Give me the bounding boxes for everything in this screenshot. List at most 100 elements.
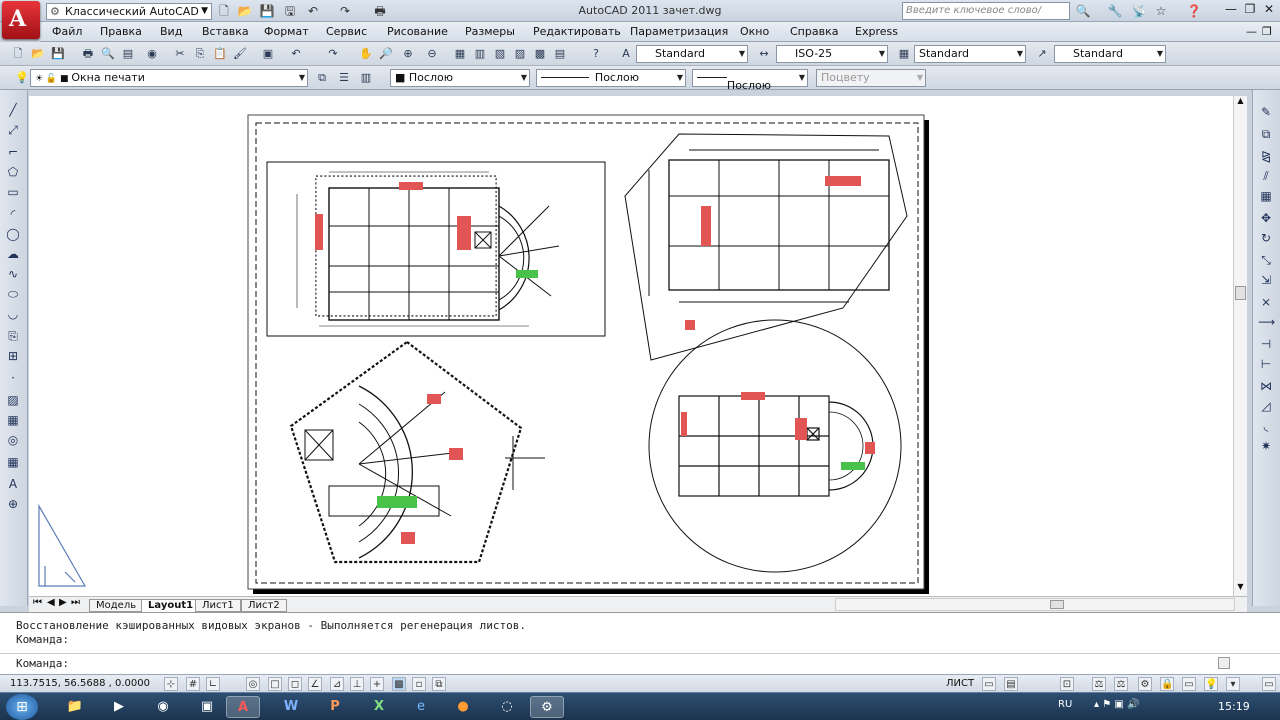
add-selected-icon[interactable]: ⊕ xyxy=(5,496,21,512)
binoculars-icon[interactable]: 🔍 xyxy=(1074,3,1092,19)
markup-icon[interactable]: ▩ xyxy=(532,46,548,62)
scroll-thumb[interactable] xyxy=(1235,286,1246,300)
undo-icon[interactable]: ↶ xyxy=(305,3,321,19)
lineweight-toggle-icon[interactable]: + xyxy=(370,677,384,691)
firefox-icon[interactable]: ● xyxy=(446,696,480,718)
media-player-icon[interactable]: ▶ xyxy=(102,696,136,718)
hscroll-thumb[interactable] xyxy=(1050,600,1064,609)
layer-previous-icon[interactable]: ▥ xyxy=(358,70,374,86)
transparency-icon[interactable]: ▩ xyxy=(392,677,406,691)
chrome-icon[interactable]: ◉ xyxy=(146,696,180,718)
save-as-icon[interactable]: 🖫 xyxy=(282,3,298,19)
sheet-set-icon[interactable]: ▨ xyxy=(512,46,528,62)
minimize-button[interactable]: — xyxy=(1222,2,1240,19)
spline-icon[interactable]: ∿ xyxy=(5,266,21,282)
tab-nav-first-icon[interactable]: ⏮ xyxy=(33,597,42,608)
new-file-icon[interactable]: 🗋 xyxy=(216,3,232,19)
3d-dwf-icon[interactable]: ◉ xyxy=(144,46,160,62)
polygon-icon[interactable]: ⬠ xyxy=(5,164,21,180)
scale-icon[interactable]: ⤡ xyxy=(1258,252,1274,268)
horizontal-scrollbar[interactable] xyxy=(835,598,1235,611)
lineweight-select[interactable]: Послою ▼ xyxy=(692,69,808,92)
break-at-point-icon[interactable]: ⊣ xyxy=(1258,336,1274,352)
insert-block-icon[interactable]: ⎘ xyxy=(5,328,21,344)
ellipse-arc-icon[interactable]: ◡ xyxy=(5,306,21,322)
layer-select[interactable]: ☀ 🔓 ■ Окна печати ▼ xyxy=(30,69,308,87)
clean-screen-icon[interactable]: ▭ xyxy=(1262,677,1276,691)
undo-icon[interactable]: ↶ xyxy=(288,46,304,62)
save-icon[interactable]: 💾 xyxy=(259,3,275,19)
close-button[interactable]: ✕ xyxy=(1260,2,1278,19)
offset-icon[interactable]: ⫽ xyxy=(1258,168,1274,184)
maximize-viewport-icon[interactable]: ⊡ xyxy=(1060,677,1074,691)
make-layer-current-icon[interactable]: ⧉ xyxy=(314,70,330,86)
revision-cloud-icon[interactable]: ☁ xyxy=(5,246,21,262)
clock[interactable]: 15:19 xyxy=(1218,700,1250,713)
tab-layout1[interactable]: Layout1 xyxy=(141,599,201,612)
doc-minimize-button[interactable]: — xyxy=(1246,25,1257,38)
menu-dimension[interactable]: Размеры xyxy=(465,25,515,38)
snap-mode-icon[interactable]: ⊹ xyxy=(164,677,178,691)
redo-icon[interactable]: ↷ xyxy=(325,46,341,62)
paper-space-toggle[interactable]: ЛИСТ xyxy=(946,678,974,689)
workspace-switching-icon[interactable]: ⚙ xyxy=(1138,677,1152,691)
mirror-icon[interactable]: ⧎ xyxy=(1258,148,1274,164)
favorites-star-icon[interactable]: ☆ xyxy=(1152,3,1170,19)
quick-view-drawings-icon[interactable]: ▤ xyxy=(1004,677,1018,691)
menu-format[interactable]: Формат xyxy=(264,25,309,38)
excel-icon[interactable]: X xyxy=(362,696,396,718)
make-block-icon[interactable]: ⊞ xyxy=(5,348,21,364)
tool-palettes-icon[interactable]: ▧ xyxy=(492,46,508,62)
design-center-icon[interactable]: ▥ xyxy=(472,46,488,62)
menu-draw[interactable]: Рисование xyxy=(387,25,448,38)
restore-button[interactable]: ❐ xyxy=(1241,2,1259,19)
annotation-visibility-icon[interactable]: ⚖ xyxy=(1114,677,1128,691)
chamfer-icon[interactable]: ◿ xyxy=(1258,398,1274,414)
menu-modify[interactable]: Редактировать xyxy=(533,25,621,38)
rectangle-icon[interactable]: ▭ xyxy=(5,184,21,200)
tray-icons[interactable]: ▴ ⚑ ▣ 🔊 xyxy=(1094,699,1139,710)
layer-properties-icon[interactable]: ☰ xyxy=(336,70,352,86)
save-icon[interactable]: 💾 xyxy=(50,46,66,62)
command-window[interactable]: Восстановление кэшированных видовых экра… xyxy=(0,612,1280,674)
word-icon[interactable]: W xyxy=(274,696,308,718)
region-icon[interactable]: ◎ xyxy=(5,432,21,448)
pan-icon[interactable]: ✋ xyxy=(358,46,374,62)
print-icon[interactable]: 🖶 xyxy=(372,3,388,19)
application-menu-button[interactable]: A xyxy=(2,1,40,39)
ortho-mode-icon[interactable]: ∟ xyxy=(206,677,220,691)
table-icon[interactable]: ▦ xyxy=(5,454,21,470)
communication-center-icon[interactable]: 📡 xyxy=(1130,3,1148,19)
break-icon[interactable]: ⊢ xyxy=(1258,356,1274,372)
search-input[interactable]: Введите ключевое слово/фразу xyxy=(902,2,1070,32)
menu-tools[interactable]: Сервис xyxy=(326,25,367,38)
color-select[interactable]: ■ Послою ▼ xyxy=(390,69,530,87)
zoom-realtime-icon[interactable]: 🔎 xyxy=(378,46,394,62)
cut-icon[interactable]: ✂ xyxy=(172,46,188,62)
tab-model[interactable]: Модель xyxy=(89,599,144,612)
object-snap-icon[interactable]: □ xyxy=(268,677,282,691)
app-icon[interactable]: ▣ xyxy=(190,696,224,718)
command-scroll-thumb[interactable] xyxy=(1218,657,1230,669)
menu-parametric[interactable]: Параметризация xyxy=(630,25,728,38)
language-indicator[interactable]: RU xyxy=(1058,699,1072,710)
3d-object-snap-icon[interactable]: ◻ xyxy=(288,677,302,691)
move-icon[interactable]: ✥ xyxy=(1258,210,1274,226)
copy-icon[interactable]: ⎘ xyxy=(192,46,208,62)
multiline-text-icon[interactable]: A xyxy=(5,476,21,492)
polar-tracking-icon[interactable]: ◎ xyxy=(246,677,260,691)
linetype-select[interactable]: Послою ▼ xyxy=(536,69,686,87)
redo-icon[interactable]: ↷ xyxy=(337,3,353,19)
menu-express[interactable]: Express xyxy=(855,25,898,38)
annotation-scale-icon[interactable]: ⚖ xyxy=(1092,677,1106,691)
tab-list1[interactable]: Лист1 xyxy=(195,599,241,612)
menu-edit[interactable]: Правка xyxy=(100,25,142,38)
network-app-icon[interactable]: ◌ xyxy=(490,696,524,718)
copy-object-icon[interactable]: ⧉ xyxy=(1258,126,1274,142)
menu-view[interactable]: Вид xyxy=(160,25,182,38)
quick-properties-icon[interactable]: ▫ xyxy=(412,677,426,691)
menu-help[interactable]: Справка xyxy=(790,25,838,38)
stretch-icon[interactable]: ⇲ xyxy=(1258,272,1274,288)
qnew-icon[interactable]: 🗋 xyxy=(10,46,26,62)
command-prompt[interactable]: Команда: xyxy=(16,657,69,670)
